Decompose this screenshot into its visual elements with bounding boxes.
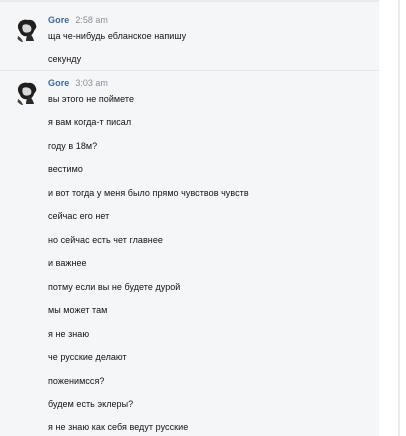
author-name[interactable]: Gore [48,15,69,25]
avatar[interactable] [14,17,40,43]
message-line: я не знаю как себя ведут русские [48,422,189,432]
message-meta: Gore 3:03 am [48,78,108,92]
message-line: ща че-нибудь ебланское напишу [48,31,187,41]
author-name[interactable]: Gore [48,78,69,88]
chat-pane[interactable]: Gore 2:58 am ща че-нибудь ебланское напи… [0,0,379,436]
message-group: Gore 3:03 am вы этого не поймете я вам к… [0,71,379,436]
avatar-image [14,17,40,43]
right-gutter [379,0,406,436]
message-line: будем есть эклеры? [48,399,134,409]
message-line: году в 18м? [48,141,98,151]
message-line: вестимо [48,164,83,174]
avatar-image [14,80,40,106]
message-meta: Gore 2:58 am [48,15,108,29]
message-group: Gore 2:58 am ща че-нибудь ебланское напи… [0,0,379,70]
message-line: вы этого не поймете [48,94,135,104]
message-line: и важнее [48,258,87,268]
message-line: че русские делают [48,352,127,362]
message-timestamp[interactable]: 3:03 am [75,78,108,88]
message-line: но сейчас есть чет главнее [48,235,163,245]
message-line: я не знаю [48,329,90,339]
avatar[interactable] [14,80,40,106]
message-line: мы может там [48,305,108,315]
message-line: потму если вы не будете дурой [48,282,181,292]
message-line: секунду [48,54,82,64]
scrollbar[interactable] [398,0,400,436]
message-line: и вот тогда у меня было прямо чувствов ч… [48,188,249,198]
message-line: я вам когда-т писал [48,117,132,127]
message-line: поженимсся? [48,376,105,386]
message-timestamp[interactable]: 2:58 am [75,15,108,25]
message-line: сейчас его нет [48,211,110,221]
